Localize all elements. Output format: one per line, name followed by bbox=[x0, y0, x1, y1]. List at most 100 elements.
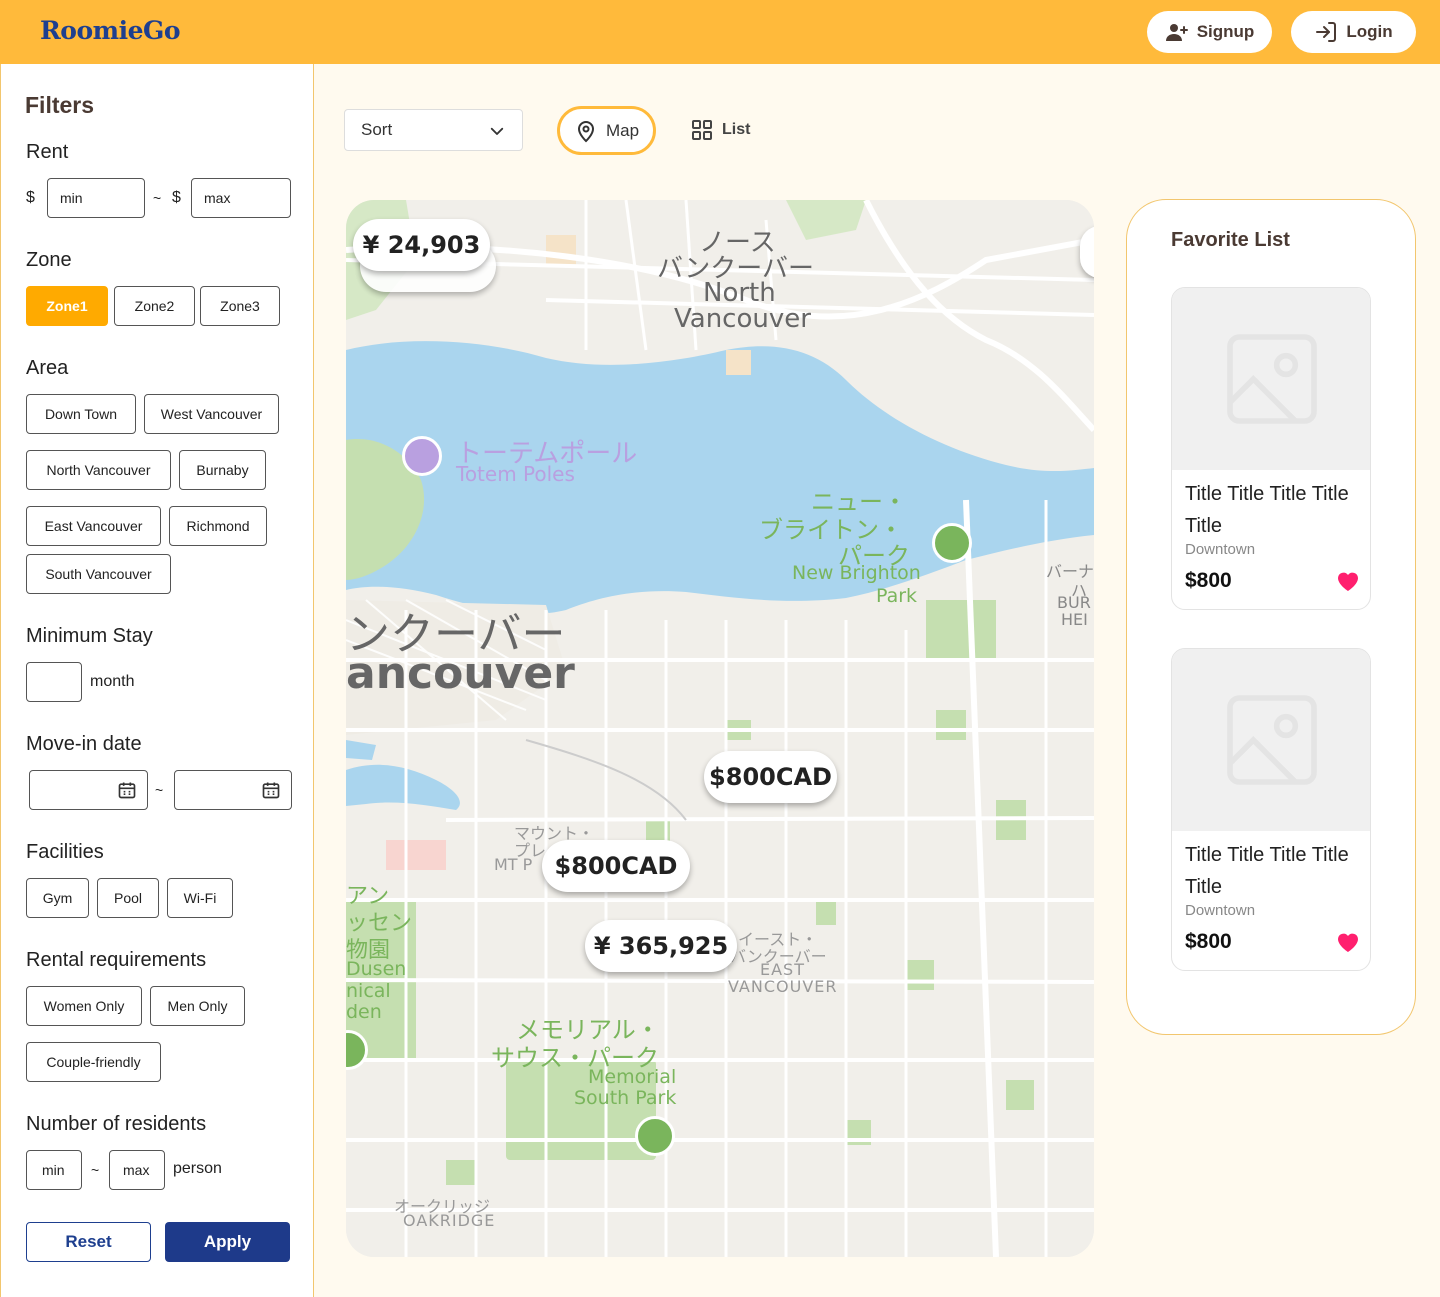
image-icon bbox=[1227, 695, 1317, 785]
residents-heading: Number of residents bbox=[26, 1113, 207, 1135]
map-pin-icon bbox=[577, 120, 594, 142]
calendar-icon[interactable] bbox=[261, 780, 281, 800]
area-chip-north-vancouver[interactable]: North Vancouver bbox=[26, 450, 171, 490]
reset-button[interactable]: Reset bbox=[26, 1222, 151, 1262]
move-in-heading: Move-in date bbox=[26, 733, 142, 755]
price-pin[interactable]: ¥ 24,903 bbox=[353, 219, 490, 271]
map-label-msp-en1: Memorial bbox=[588, 1066, 677, 1088]
area-chip-east-vancouver[interactable]: East Vancouver bbox=[26, 506, 161, 546]
listing-area: Downtown bbox=[1185, 541, 1256, 558]
requirement-chip-women-only[interactable]: Women Only bbox=[26, 986, 142, 1026]
listing-image-placeholder bbox=[1172, 288, 1370, 470]
chevron-down-icon bbox=[490, 127, 504, 135]
list-view-toggle[interactable]: List bbox=[690, 118, 750, 142]
area-chip-downtown[interactable]: Down Town bbox=[26, 394, 136, 434]
minimum-stay-input[interactable] bbox=[26, 662, 82, 702]
requirement-chip-men-only[interactable]: Men Only bbox=[150, 986, 245, 1026]
map-label-nb-en2: Park bbox=[876, 585, 918, 607]
zone-chip-1[interactable]: Zone1 bbox=[26, 286, 108, 326]
filters-sidebar: Filters Rent $ min ~ $ max Zone Zone1 Zo… bbox=[0, 64, 314, 1297]
tree-icon[interactable] bbox=[932, 523, 972, 563]
area-chip-richmond[interactable]: Richmond bbox=[169, 506, 267, 546]
map-label-nb-en1: New Brighton bbox=[792, 562, 921, 584]
calendar-icon[interactable] bbox=[117, 780, 137, 800]
login-button[interactable]: Login bbox=[1291, 11, 1416, 53]
facilities-heading: Facilities bbox=[26, 841, 104, 863]
rent-currency-max: $ bbox=[172, 189, 181, 206]
minimum-stay-unit: month bbox=[90, 673, 135, 690]
map-view-label: Map bbox=[605, 120, 640, 140]
listing-area: Downtown bbox=[1185, 902, 1256, 919]
requirement-chip-couple-friendly[interactable]: Couple-friendly bbox=[26, 1042, 161, 1082]
minimum-stay-heading: Minimum Stay bbox=[26, 625, 153, 647]
area-heading: Area bbox=[26, 357, 69, 379]
top-header: RoomieGo Signup Login bbox=[0, 0, 1440, 64]
heart-icon[interactable] bbox=[1336, 570, 1360, 592]
map-label-oak-en: OAKRIDGE bbox=[403, 1211, 496, 1230]
favorite-list-panel: Favorite List Title Title Title Title Ti… bbox=[1126, 199, 1416, 1035]
move-in-start-input[interactable] bbox=[29, 770, 148, 810]
map-label-mtp-en: MT P bbox=[494, 855, 533, 874]
area-chip-burnaby[interactable]: Burnaby bbox=[179, 450, 266, 490]
filters-title: Filters bbox=[25, 92, 95, 118]
grid-icon bbox=[692, 120, 712, 140]
signup-label: Signup bbox=[1196, 22, 1255, 41]
heart-icon[interactable] bbox=[1336, 931, 1360, 953]
residents-max-input[interactable]: max bbox=[109, 1150, 165, 1190]
rent-min-input[interactable]: min bbox=[47, 178, 145, 218]
facility-chip-gym[interactable]: Gym bbox=[26, 878, 89, 918]
price-pin[interactable]: $800CAD bbox=[704, 751, 837, 803]
map-label-north-van-en2: Vancouver bbox=[674, 304, 811, 334]
price-pin[interactable]: $800CAD bbox=[542, 840, 690, 892]
zone-heading: Zone bbox=[26, 249, 72, 271]
residents-separator: ~ bbox=[91, 1162, 100, 1178]
map-base bbox=[346, 200, 1094, 1257]
map-view-toggle[interactable]: Map bbox=[557, 106, 656, 155]
sort-label: Sort bbox=[361, 120, 393, 139]
logo[interactable]: RoomieGo bbox=[40, 16, 181, 45]
map-label-vancouver-en: ancouver bbox=[346, 648, 575, 699]
map-label-ev-en2: VANCOUVER bbox=[728, 977, 838, 996]
map-label-totem-en: Totem Poles bbox=[456, 462, 575, 486]
map-label-msp-en2: South Park bbox=[574, 1087, 677, 1109]
zone-chip-2[interactable]: Zone2 bbox=[114, 286, 195, 326]
apply-button[interactable]: Apply bbox=[165, 1222, 290, 1262]
area-chip-south-vancouver[interactable]: South Vancouver bbox=[26, 554, 171, 594]
image-icon bbox=[1227, 334, 1317, 424]
map-label-garden-en3: den bbox=[346, 1001, 382, 1023]
move-in-separator: ~ bbox=[155, 782, 164, 798]
map-label-garden-en2: nical bbox=[346, 980, 391, 1002]
facility-chip-pool[interactable]: Pool bbox=[97, 878, 159, 918]
listing-image-placeholder bbox=[1172, 649, 1370, 831]
favorite-list-title: Favorite List bbox=[1171, 229, 1290, 251]
listing-price: $800 bbox=[1185, 930, 1232, 953]
rent-max-input[interactable]: max bbox=[191, 178, 291, 218]
rent-separator: ~ bbox=[153, 190, 162, 206]
map-label-garden-en1: Dusen bbox=[346, 958, 407, 980]
login-icon bbox=[1316, 22, 1337, 42]
favorite-card[interactable]: Title Title Title Title Title Downtown $… bbox=[1171, 287, 1371, 610]
login-label: Login bbox=[1346, 22, 1393, 41]
area-chip-west-vancouver[interactable]: West Vancouver bbox=[144, 394, 279, 434]
listing-price: $800 bbox=[1185, 569, 1232, 592]
sort-dropdown[interactable]: Sort bbox=[344, 109, 523, 151]
move-in-end-input[interactable] bbox=[174, 770, 292, 810]
zone-chip-3[interactable]: Zone3 bbox=[200, 286, 280, 326]
rent-currency-min: $ bbox=[26, 189, 35, 206]
tree-icon[interactable] bbox=[635, 1116, 675, 1156]
favorite-card[interactable]: Title Title Title Title Title Downtown $… bbox=[1171, 648, 1371, 971]
rental-requirements-heading: Rental requirements bbox=[26, 949, 207, 971]
price-pin[interactable]: ¥ 365,925 bbox=[585, 920, 737, 972]
listing-title: Title Title Title Title Title bbox=[1185, 483, 1349, 537]
camera-icon[interactable] bbox=[402, 436, 442, 476]
map-label-burnaby-en2: HEI bbox=[1061, 610, 1088, 629]
user-plus-icon bbox=[1165, 24, 1188, 41]
map-view[interactable]: ノース バンクーバー North Vancouver トーテムポール Totem… bbox=[346, 200, 1094, 1257]
facility-chip-wifi[interactable]: Wi-Fi bbox=[167, 878, 233, 918]
listing-title: Title Title Title Title Title bbox=[1185, 844, 1349, 898]
residents-unit: person bbox=[173, 1160, 222, 1177]
rent-heading: Rent bbox=[26, 141, 69, 163]
residents-min-input[interactable]: min bbox=[26, 1150, 82, 1190]
list-view-label: List bbox=[722, 121, 751, 138]
signup-button[interactable]: Signup bbox=[1147, 11, 1272, 53]
